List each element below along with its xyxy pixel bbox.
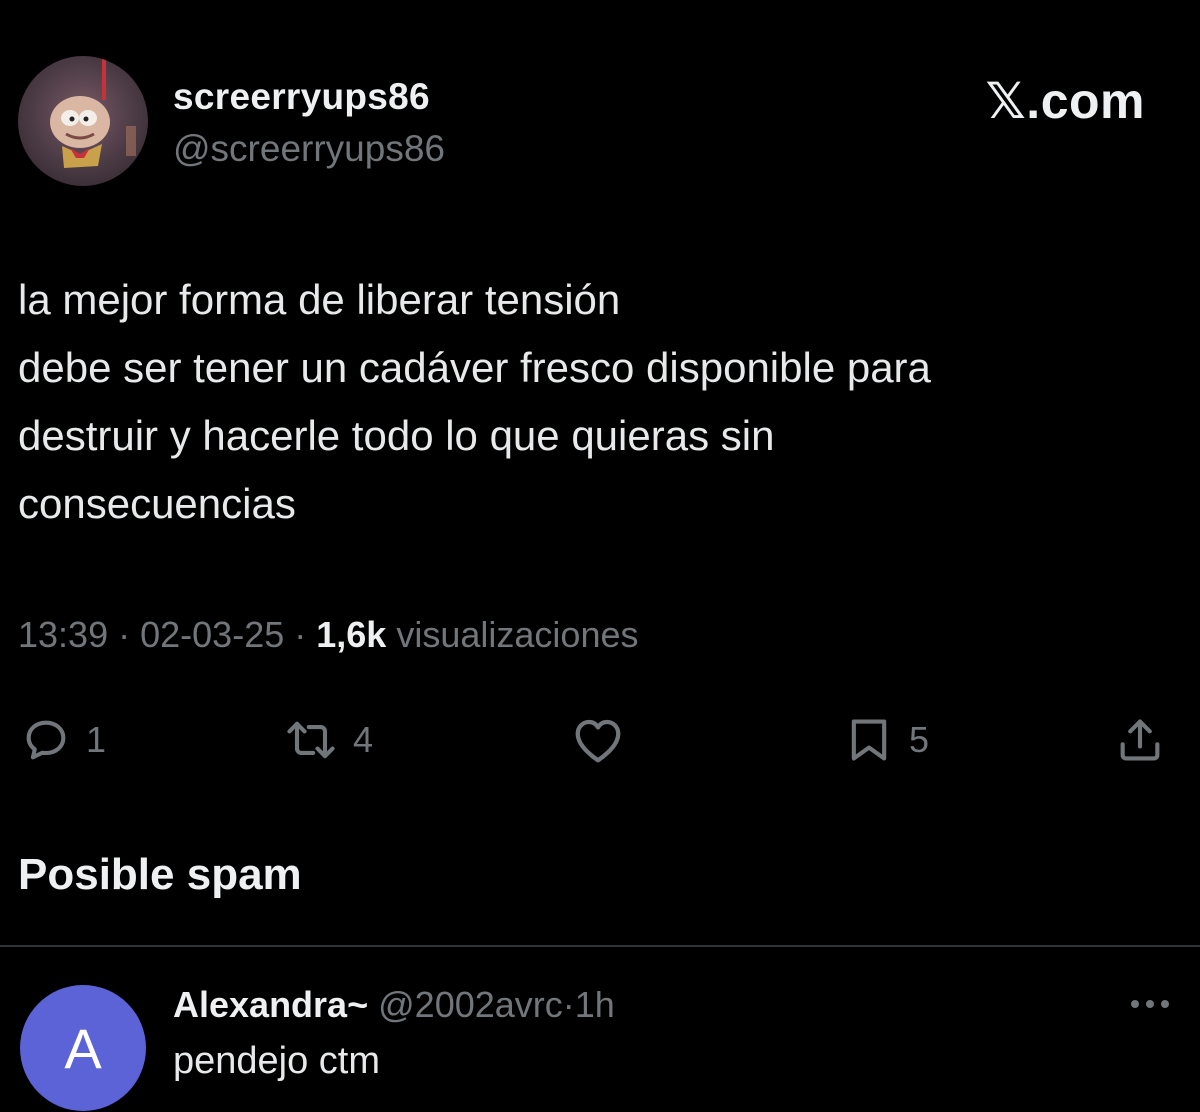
post-text: la mejor forma de liberar tensión debe s… — [18, 266, 1178, 538]
repost-count: 4 — [353, 719, 374, 760]
post-text-line: destruir y hacerle todo lo que quieras s… — [18, 412, 775, 459]
reply-separator: · — [562, 984, 575, 1025]
post-date[interactable]: 02-03-25 — [140, 614, 284, 655]
brand-watermark: 𝕏.com — [985, 73, 1145, 129]
reply-author-name[interactable]: Alexandra~ — [173, 984, 368, 1025]
reply-author-handle[interactable]: @2002avrc — [378, 984, 563, 1025]
heart-icon — [575, 719, 621, 763]
post-text-line: la mejor forma de liberar tensión — [18, 276, 621, 323]
bookmark-icon — [851, 719, 887, 761]
reply-avatar-letter: A — [64, 1016, 102, 1080]
post-text-line: debe ser tener un cadáver fresco disponi… — [18, 344, 931, 391]
author-handle[interactable]: @screerryups86 — [173, 128, 445, 170]
like-button[interactable] — [568, 705, 642, 775]
action-bar: 1 4 5 — [0, 705, 1200, 775]
reply-count: 1 — [86, 719, 107, 760]
post-text-line: consecuencias — [18, 480, 296, 527]
reply-age[interactable]: 1h — [575, 984, 615, 1025]
meta-separator: · — [294, 614, 307, 655]
meta-separator: · — [118, 614, 131, 655]
repost-icon — [287, 721, 335, 759]
author-avatar[interactable] — [18, 56, 148, 186]
avatar-image — [50, 56, 136, 168]
divider — [0, 945, 1200, 947]
repost-button[interactable]: 4 — [283, 705, 373, 775]
section-title: Posible spam — [18, 850, 302, 899]
post-time[interactable]: 13:39 — [18, 614, 108, 655]
comment-icon — [26, 720, 66, 760]
reply-text: pendejo ctm — [173, 1040, 381, 1082]
post-meta: 13:39 · 02-03-25 · 1,6k visualizaciones — [18, 614, 638, 656]
more-dots-icon[interactable] — [1128, 994, 1172, 1014]
views-count: 1,6k — [316, 614, 387, 655]
bookmark-button[interactable]: 5 — [843, 705, 929, 775]
reply-button[interactable]: 1 — [20, 705, 106, 775]
share-button[interactable] — [1114, 705, 1166, 775]
reply-header: Alexandra~ @2002avrc·1h — [173, 984, 615, 1026]
views-label: visualizaciones — [396, 614, 639, 655]
author-display-name[interactable]: screerryups86 — [173, 76, 430, 118]
bookmark-count: 5 — [909, 719, 930, 760]
reply-avatar[interactable]: A — [20, 985, 146, 1111]
share-icon — [1120, 719, 1160, 761]
post-page: screerryups86 @screerryups86 𝕏.com la me… — [0, 0, 1200, 1112]
